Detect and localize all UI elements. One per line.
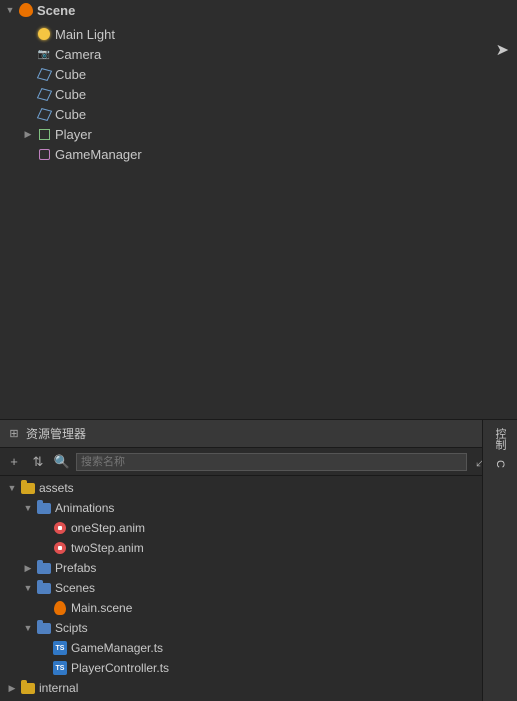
scene-file-icon [52, 600, 68, 616]
asset-label: Main.scene [71, 601, 132, 615]
scene-item-mainlight[interactable]: Main Light [0, 24, 517, 44]
folder-yellow-icon [20, 480, 36, 496]
asset-item-twostep[interactable]: twoStep.anim [0, 538, 517, 558]
scene-root-label: Scene [37, 3, 75, 18]
folder-blue-icon [36, 580, 52, 596]
assets-tree: ▼ assets ▼ Animations oneStep.anim [0, 476, 517, 701]
asset-item-gamemanagerts[interactable]: TS GameManager.ts [0, 638, 517, 658]
asset-item-scenes[interactable]: ▼ Scenes [0, 578, 517, 598]
folder-blue-icon [36, 560, 52, 576]
ts-file-icon: TS [52, 640, 68, 656]
right-side-panel: 控制 C [482, 420, 517, 701]
item-toggle [20, 86, 36, 102]
ts-file-icon: TS [52, 660, 68, 676]
cube-icon [36, 106, 52, 122]
assets-panel: ⊞ 资源管理器 ☰ + ⇅ 🔍 ⤢ ↻ ▼ assets ▼ [0, 420, 517, 701]
scene-root-item[interactable]: ▼ Scene [0, 0, 517, 20]
asset-item-prefabs[interactable]: ▶ Prefabs [0, 558, 517, 578]
asset-toggle [36, 538, 52, 558]
cube-icon [36, 66, 52, 82]
asset-toggle [36, 658, 52, 678]
scene-item-cube3[interactable]: Cube [0, 104, 517, 124]
asset-item-onestep[interactable]: oneStep.anim [0, 518, 517, 538]
light-icon [36, 26, 52, 42]
player-icon [36, 126, 52, 142]
scene-item-player[interactable]: ▶ Player [0, 124, 517, 144]
sort-assets-button[interactable]: ⇅ [28, 452, 48, 472]
asset-toggle [36, 598, 52, 618]
asset-toggle[interactable]: ▼ [20, 618, 36, 638]
item-label: Cube [55, 107, 86, 122]
assets-header-icon: ⊞ [6, 426, 22, 442]
item-toggle [20, 26, 36, 42]
scene-hierarchy-panel: ▼ Scene Main Light 📷 Camera Cube [0, 0, 517, 420]
asset-item-internal[interactable]: ▶ internal [0, 678, 517, 698]
folder-blue-icon [36, 620, 52, 636]
item-label: Main Light [55, 27, 115, 42]
item-toggle[interactable]: ▶ [20, 126, 36, 142]
item-label: Cube [55, 67, 86, 82]
asset-label: assets [39, 481, 74, 495]
folder-yellow-icon [20, 680, 36, 696]
search-input[interactable] [76, 453, 467, 471]
asset-label: internal [39, 681, 78, 695]
item-label: GameManager [55, 147, 142, 162]
scene-item-camera[interactable]: 📷 Camera [0, 44, 517, 64]
add-asset-button[interactable]: + [4, 452, 24, 472]
assets-panel-title: 资源管理器 [26, 425, 86, 442]
folder-blue-icon [36, 500, 52, 516]
asset-toggle[interactable]: ▼ [20, 498, 36, 518]
right-tab-c[interactable]: C [492, 458, 508, 470]
camera-icon: 📷 [36, 46, 52, 62]
asset-toggle [36, 518, 52, 538]
scene-tree: Main Light 📷 Camera Cube Cube [0, 20, 517, 168]
assets-header: ⊞ 资源管理器 ☰ [0, 420, 517, 448]
asset-label: oneStep.anim [71, 521, 145, 535]
asset-item-scripts[interactable]: ▼ Scipts [0, 618, 517, 638]
item-toggle [20, 106, 36, 122]
asset-toggle[interactable]: ▶ [4, 678, 20, 698]
asset-label: PlayerController.ts [71, 661, 169, 675]
item-toggle [20, 46, 36, 62]
cube-icon [36, 86, 52, 102]
asset-label: Scipts [55, 621, 88, 635]
asset-label: GameManager.ts [71, 641, 163, 655]
asset-toggle [36, 638, 52, 658]
asset-label: Animations [55, 501, 114, 515]
assets-toolbar: + ⇅ 🔍 ⤢ ↻ [0, 448, 517, 476]
item-label: Cube [55, 87, 86, 102]
item-label: Camera [55, 47, 101, 62]
scene-item-cube2[interactable]: Cube [0, 84, 517, 104]
search-toggle-button[interactable]: 🔍 [52, 452, 72, 472]
asset-item-mainscene[interactable]: Main.scene [0, 598, 517, 618]
asset-toggle[interactable]: ▼ [20, 578, 36, 598]
gamemanager-icon [36, 146, 52, 162]
right-tab-control[interactable]: 控制 [490, 426, 510, 452]
asset-toggle[interactable]: ▼ [4, 478, 20, 498]
asset-label: Prefabs [55, 561, 96, 575]
item-toggle [20, 146, 36, 162]
scene-icon [18, 2, 34, 18]
asset-item-assets-root[interactable]: ▼ assets [0, 478, 517, 498]
anim-file-icon [52, 540, 68, 556]
asset-label: twoStep.anim [71, 541, 144, 555]
anim-file-icon [52, 520, 68, 536]
scene-item-cube1[interactable]: Cube [0, 64, 517, 84]
scene-toggle[interactable]: ▼ [2, 2, 18, 18]
cursor-indicator: ➤ [496, 40, 509, 60]
asset-item-animations[interactable]: ▼ Animations [0, 498, 517, 518]
asset-toggle[interactable]: ▶ [20, 558, 36, 578]
item-toggle [20, 66, 36, 82]
asset-item-playercontrollerts[interactable]: TS PlayerController.ts [0, 658, 517, 678]
asset-label: Scenes [55, 581, 95, 595]
scene-item-gamemanager[interactable]: GameManager [0, 144, 517, 164]
item-label: Player [55, 127, 92, 142]
